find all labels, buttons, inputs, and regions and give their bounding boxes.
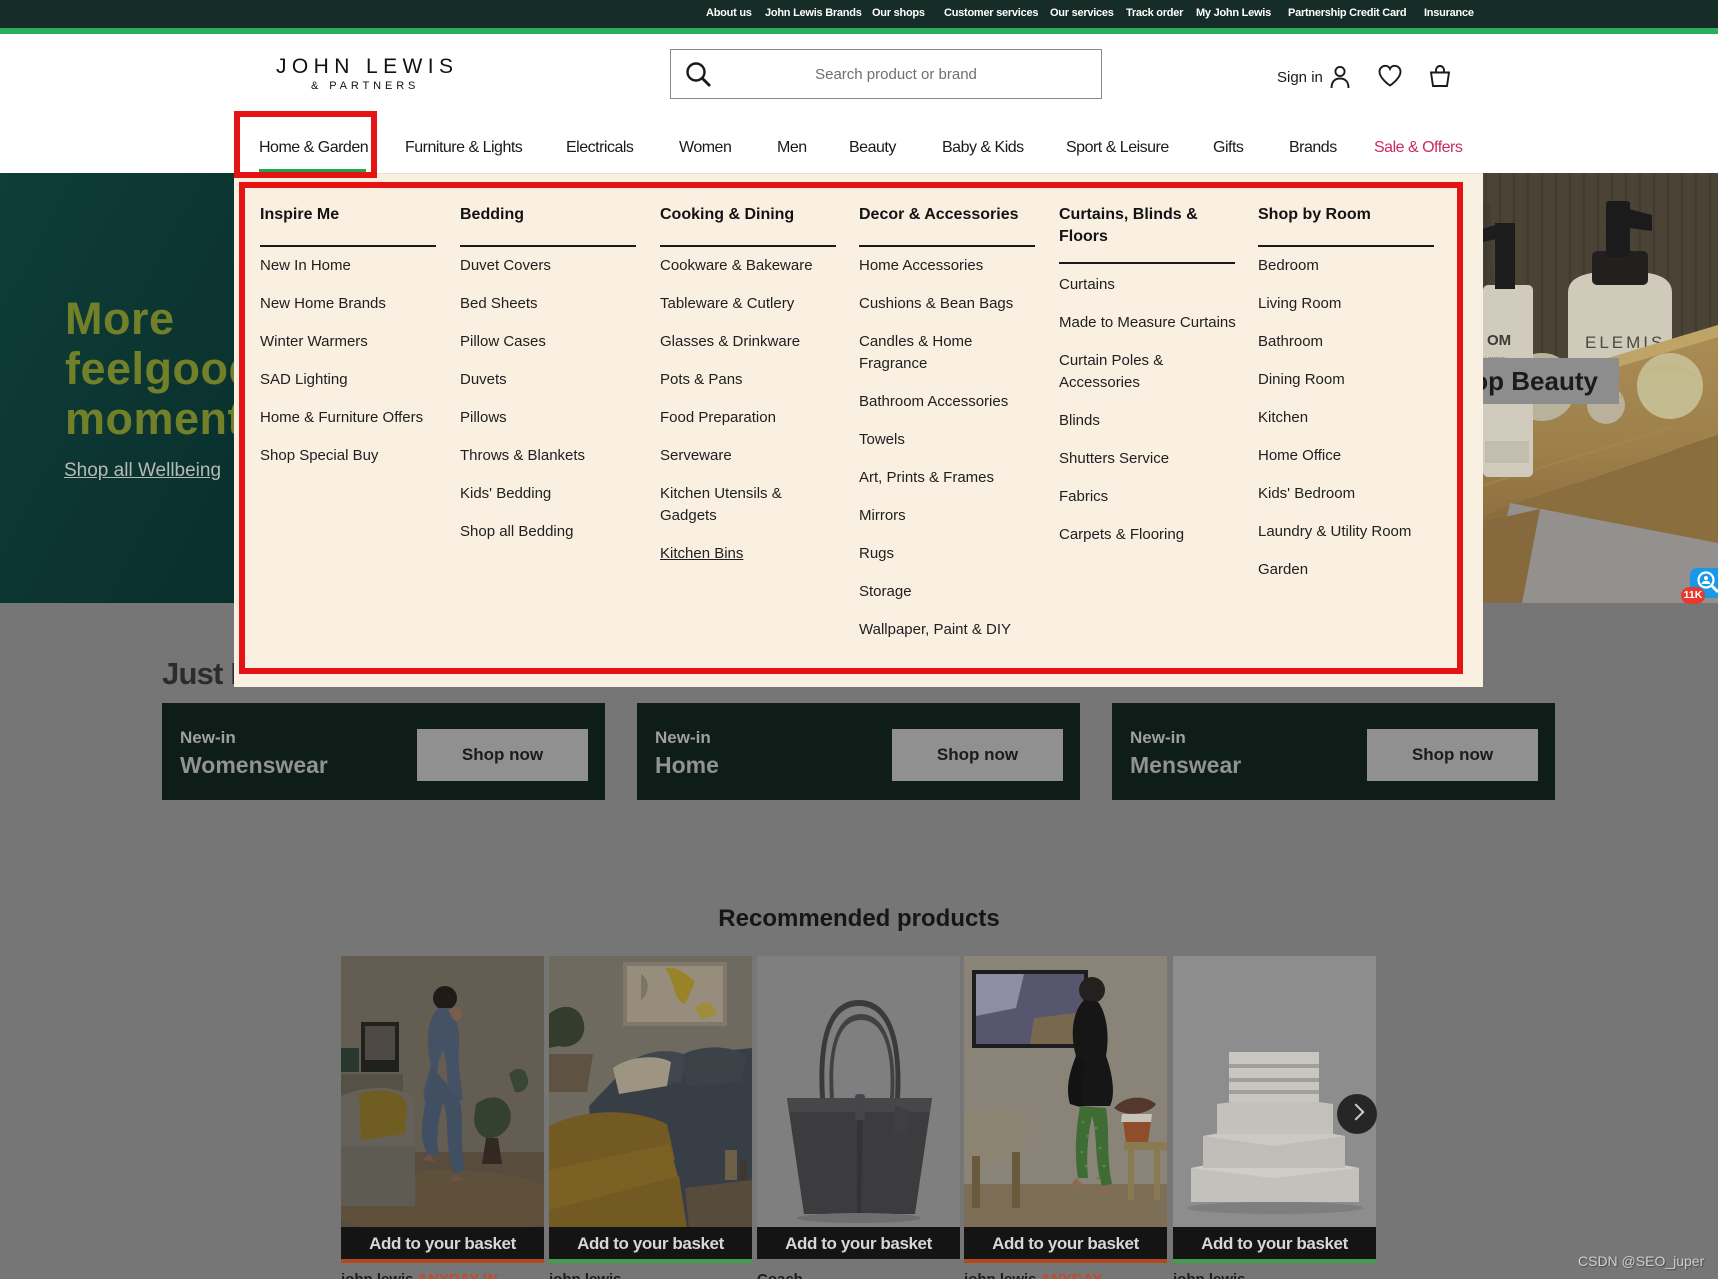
svg-text:OM: OM bbox=[1487, 332, 1511, 349]
